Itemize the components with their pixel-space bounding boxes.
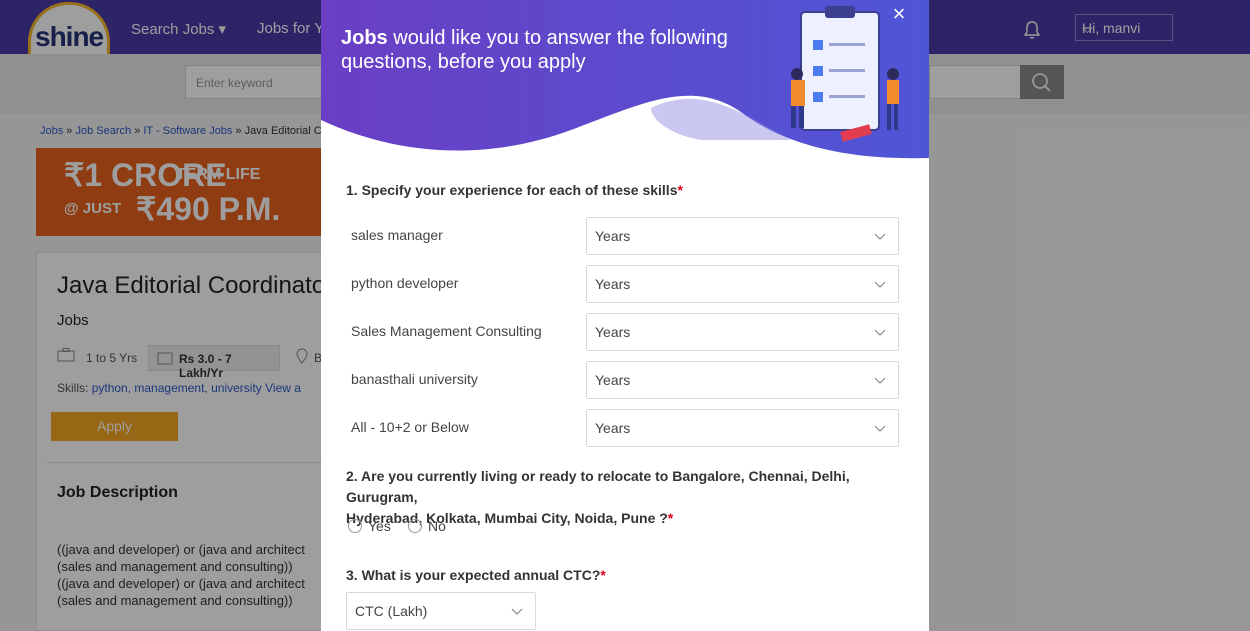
radio-circle-icon xyxy=(348,519,362,533)
close-icon[interactable]: × xyxy=(889,3,909,25)
ctc-select[interactable]: CTC (Lakh) xyxy=(346,592,536,630)
experience-select[interactable]: Years xyxy=(586,361,899,399)
radio-no[interactable]: No xyxy=(408,518,446,534)
question-1: 1. Specify your experience for each of t… xyxy=(346,182,683,198)
question-3: 3. What is your expected annual CTC?* xyxy=(346,567,606,583)
modal-title: Jobs would like you to answer the follow… xyxy=(341,27,728,73)
experience-select[interactable]: Years xyxy=(586,409,899,447)
modal-header-graphic xyxy=(321,0,929,159)
chevron-down-icon xyxy=(874,377,886,384)
skill-label: sales manager xyxy=(351,227,443,243)
experience-select[interactable]: Years xyxy=(586,265,899,303)
radio-yes[interactable]: Yes xyxy=(348,518,391,534)
radio-circle-icon xyxy=(408,519,422,533)
chevron-down-icon xyxy=(874,329,886,336)
chevron-down-icon xyxy=(874,233,886,240)
skill-label: python developer xyxy=(351,275,459,291)
skill-label: banasthali university xyxy=(351,371,478,387)
skill-label: All - 10+2 or Below xyxy=(351,419,469,435)
chevron-down-icon xyxy=(511,608,523,615)
experience-select[interactable]: Years xyxy=(586,217,899,255)
chevron-down-icon xyxy=(874,281,886,288)
experience-select[interactable]: Years xyxy=(586,313,899,351)
questionnaire-modal: Jobs would like you to answer the follow… xyxy=(321,0,929,631)
skill-label: Sales Management Consulting xyxy=(351,323,542,339)
chevron-down-icon xyxy=(874,425,886,432)
